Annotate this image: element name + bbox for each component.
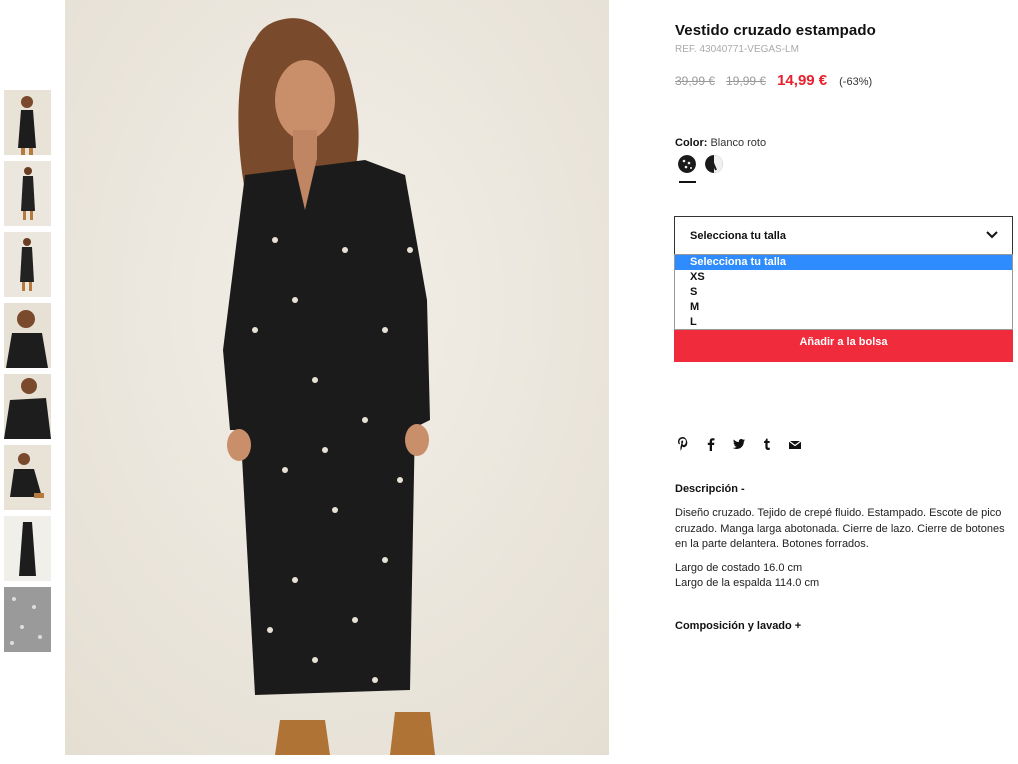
color-swatch-black-print[interactable]	[678, 155, 696, 173]
thumbnail-3[interactable]	[4, 232, 51, 297]
color-swatches	[678, 155, 723, 173]
thumbnail-2[interactable]	[4, 161, 51, 226]
thumbnail-6[interactable]	[4, 445, 51, 510]
size-select[interactable]: Selecciona tu talla	[674, 216, 1013, 255]
facebook-icon[interactable]	[704, 436, 718, 452]
twitter-icon[interactable]	[732, 436, 746, 452]
color-label-row: Color: Blanco roto	[675, 137, 766, 149]
product-reference: REF. 43040771-VEGAS-LM	[675, 44, 799, 55]
size-dropdown-list: Selecciona tu talla XS S M L	[674, 254, 1013, 330]
description-toggle[interactable]: Descripción -	[675, 483, 745, 495]
size-select-label: Selecciona tu talla	[690, 230, 786, 242]
social-share-bar	[676, 436, 802, 452]
thumbnail-1[interactable]	[4, 90, 51, 155]
chevron-down-icon	[986, 231, 998, 239]
product-title: Vestido cruzado estampado	[675, 22, 876, 39]
thumbnail-7[interactable]	[4, 516, 51, 581]
color-label: Color:	[675, 137, 708, 149]
add-to-bag-button[interactable]: Añadir a la bolsa	[674, 330, 1013, 362]
size-option-xs[interactable]: XS	[675, 270, 1012, 285]
price-original: 39,99 €	[675, 74, 716, 88]
selected-swatch-indicator	[679, 181, 696, 183]
thumbnail-8[interactable]	[4, 587, 51, 652]
color-swatch-black-white[interactable]	[705, 155, 723, 173]
description-text: Diseño cruzado. Tejido de crepé fluido. …	[675, 507, 1005, 550]
price-current: 14,99 €	[777, 72, 828, 89]
thumbnail-4[interactable]	[4, 303, 51, 368]
discount-badge: (-63%)	[839, 76, 873, 88]
size-option-placeholder[interactable]: Selecciona tu talla	[675, 255, 1012, 270]
email-icon[interactable]	[788, 436, 802, 452]
pinterest-icon[interactable]	[676, 436, 690, 452]
measure-back-length: Largo de la espalda 114.0 cm	[675, 577, 820, 589]
composition-toggle[interactable]: Composición y lavado +	[675, 620, 801, 632]
measure-side-length: Largo de costado 16.0 cm	[675, 562, 803, 574]
thumbnail-5[interactable]	[4, 374, 51, 439]
size-option-m[interactable]: M	[675, 300, 1012, 315]
size-option-l[interactable]: L	[675, 315, 1012, 330]
size-option-s[interactable]: S	[675, 285, 1012, 300]
color-value: Blanco roto	[710, 137, 767, 149]
tumblr-icon[interactable]	[760, 436, 774, 452]
price-block: 39,99 € 19,99 € 14,99 € (-63%)	[675, 72, 872, 89]
main-product-image	[65, 0, 609, 755]
price-previous: 19,99 €	[726, 74, 767, 88]
thumbnail-gallery	[4, 90, 51, 658]
